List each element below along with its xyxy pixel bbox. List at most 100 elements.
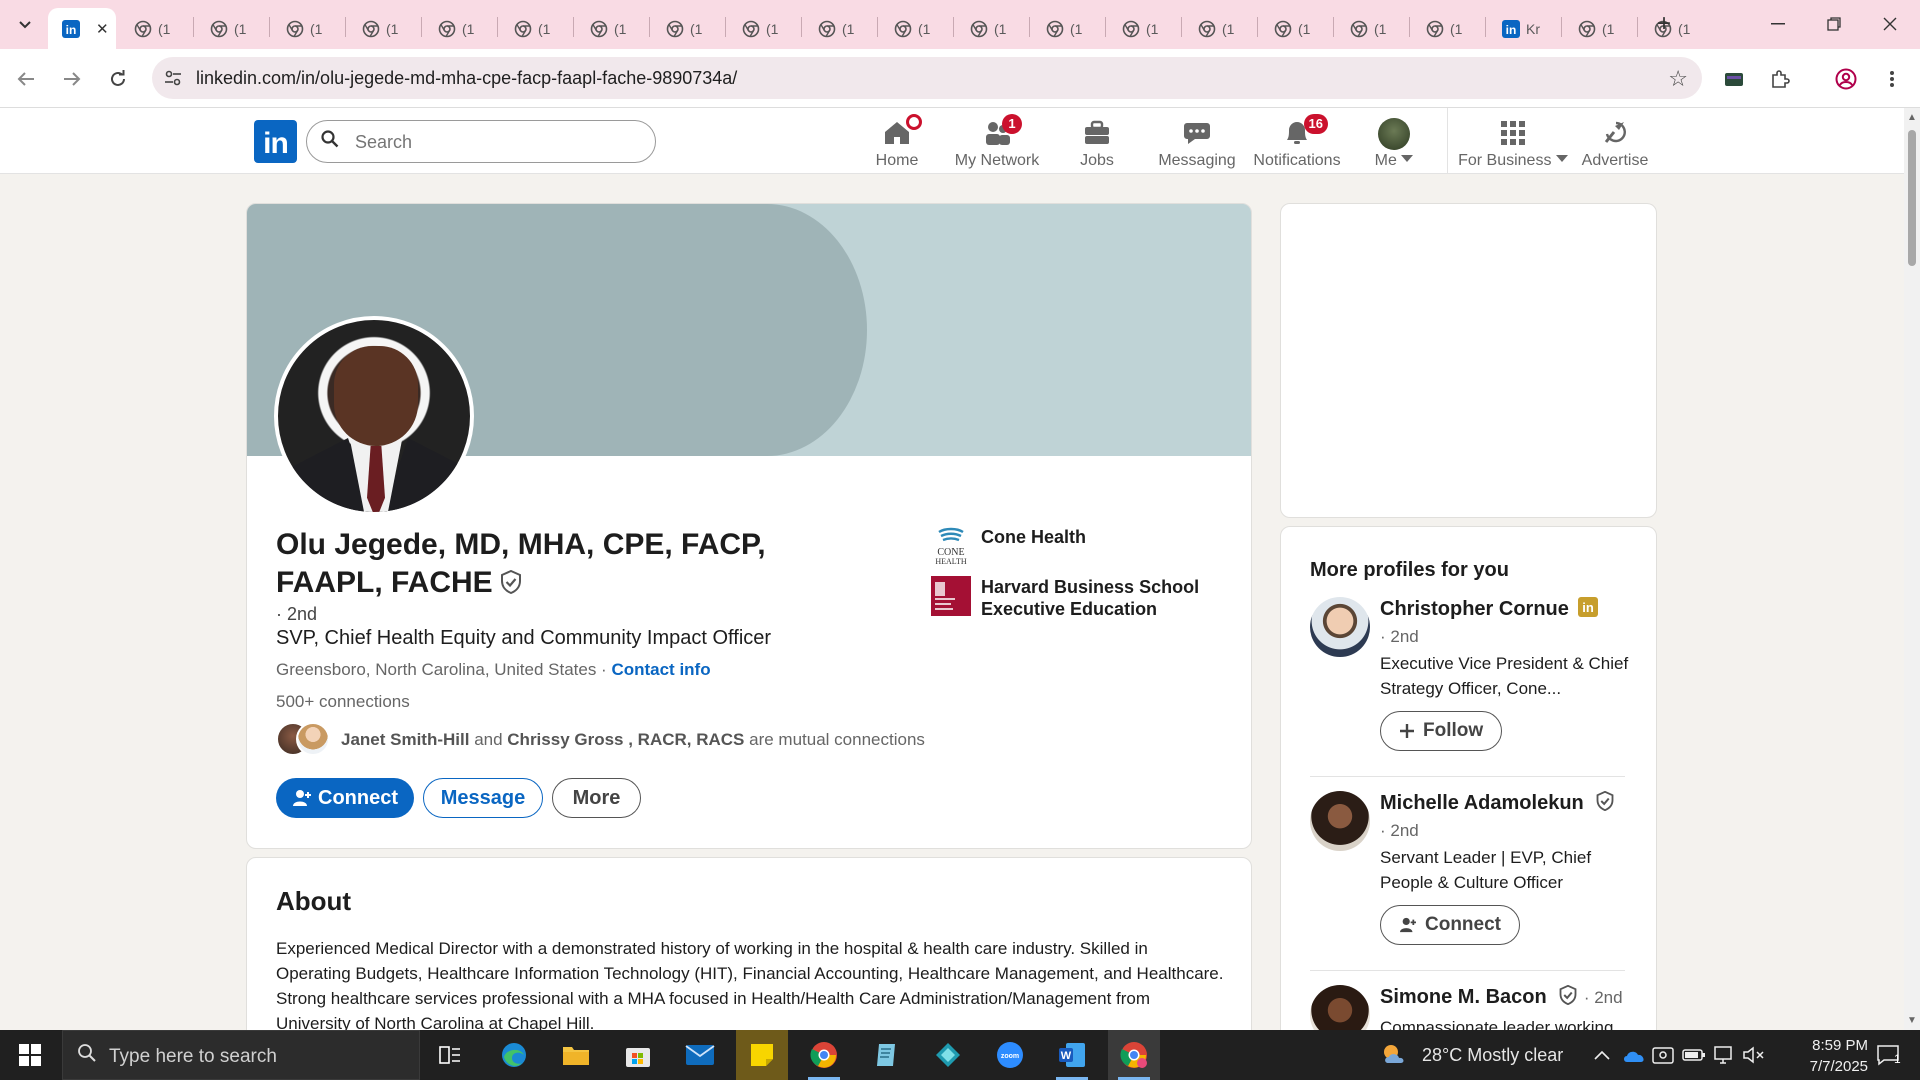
browser-tab[interactable]: (1 [1640, 8, 1712, 49]
suggested-profile-name[interactable]: Simone M. Bacon · 2nd [1380, 984, 1623, 1009]
browser-tab[interactable]: (1 [196, 8, 268, 49]
edge-browser-icon[interactable] [488, 1030, 540, 1080]
linkedin-search-box[interactable] [306, 120, 656, 163]
browser-tab[interactable]: (1 [880, 8, 952, 49]
linkedin-logo[interactable]: in [254, 120, 297, 163]
teal-app-icon[interactable] [922, 1030, 974, 1080]
close-tab-icon[interactable]: ✕ [96, 20, 109, 38]
more-button[interactable]: More [552, 778, 641, 818]
follow-button[interactable]: Follow [1380, 711, 1503, 751]
profile-name: Olu Jegede, MD, MHA, CPE, FACP, FAAPL, F… [276, 528, 766, 599]
browser-tab[interactable]: (1 [956, 8, 1028, 49]
org-harvard-business-school[interactable]: Harvard Business School Executive Educat… [931, 576, 1201, 620]
browser-tab[interactable]: (1 [576, 8, 648, 49]
search-input[interactable] [355, 129, 635, 155]
browser-tab[interactable]: (1 [348, 8, 420, 49]
nav-notifications[interactable]: 16 Notifications [1242, 114, 1352, 170]
browser-tab[interactable]: (1 [652, 8, 724, 49]
suggested-profile[interactable]: Christopher Cornue in · 2nd Executive Vi… [1310, 597, 1630, 767]
connect-profile-button[interactable]: Connect [1380, 905, 1520, 945]
volume-muted-icon[interactable] [1742, 1030, 1766, 1080]
nav-jobs[interactable]: Jobs [1042, 114, 1152, 170]
connect-button[interactable]: Connect [276, 778, 414, 818]
microsoft-store-icon[interactable] [612, 1030, 664, 1080]
system-clock[interactable]: 8:59 PM 7/7/2025 [1778, 1035, 1868, 1077]
avatar[interactable] [1310, 597, 1370, 657]
tab-search-button[interactable] [14, 14, 36, 36]
nav-messaging[interactable]: Messaging [1142, 114, 1252, 170]
browser-tab[interactable]: (1 [424, 8, 496, 49]
start-button[interactable] [10, 1038, 50, 1072]
scrollbar-thumb[interactable] [1908, 130, 1916, 266]
url-text[interactable]: linkedin.com/in/olu-jegede-md-mha-cpe-fa… [196, 68, 737, 89]
show-hidden-icons[interactable] [1594, 1030, 1610, 1080]
chrome-profile-icon[interactable] [1108, 1030, 1160, 1080]
browser-tab[interactable]: (1 [728, 8, 800, 49]
address-bar[interactable]: linkedin.com/in/olu-jegede-md-mha-cpe-fa… [152, 57, 1702, 99]
mutual-connections-text[interactable]: Janet Smith-Hill and Chrissy Gross , RAC… [341, 730, 925, 750]
taskbar-search-box[interactable]: Type here to search [62, 1030, 420, 1080]
nav-me[interactable]: Me [1342, 114, 1446, 170]
forward-button[interactable] [58, 65, 86, 93]
notepad-app-icon[interactable] [860, 1030, 912, 1080]
meet-now-icon[interactable] [1652, 1030, 1674, 1080]
browser-tab[interactable]: (1 [1336, 8, 1408, 49]
profile-connections[interactable]: 500+ connections [276, 692, 410, 712]
extension-wallet-icon[interactable] [1720, 65, 1748, 93]
tab-separator [1485, 17, 1486, 37]
restore-button[interactable] [1818, 10, 1850, 38]
network-icon[interactable] [1712, 1030, 1734, 1080]
message-button[interactable]: Message [423, 778, 543, 818]
browser-tab[interactable]: (1 [1260, 8, 1332, 49]
close-window-button[interactable] [1874, 10, 1906, 38]
mutual-connection-avatars[interactable] [276, 722, 336, 758]
profile-photo[interactable] [274, 316, 474, 516]
nav-advertise[interactable]: Advertise [1560, 114, 1670, 170]
org-cone-health[interactable]: CONE HEALTH Cone Health [931, 526, 1086, 566]
nav-home[interactable]: Home [842, 114, 952, 170]
suggested-profile-name[interactable]: Michelle Adamolekun [1380, 790, 1615, 815]
verified-shield-icon[interactable] [499, 570, 523, 594]
file-explorer-icon[interactable] [550, 1030, 602, 1080]
browser-tab[interactable]: (1 [1412, 8, 1484, 49]
extensions-puzzle-icon[interactable] [1766, 65, 1794, 93]
site-info-icon[interactable] [162, 67, 184, 89]
windows-taskbar: Type here to search zoom W 28°C Mostly c… [0, 1030, 1920, 1080]
battery-icon[interactable] [1682, 1030, 1706, 1080]
avatar[interactable] [1310, 791, 1370, 851]
chrome-tab-icon [590, 20, 608, 37]
browser-menu-icon[interactable] [1878, 65, 1906, 93]
suggested-profile-name[interactable]: Christopher Cornue in [1380, 597, 1599, 621]
contact-info-link[interactable]: Contact info [611, 660, 710, 679]
chrome-icon[interactable] [798, 1030, 850, 1080]
weather-widget[interactable]: 28°C Mostly clear [1380, 1030, 1563, 1080]
nav-my-network[interactable]: 1 My Network [942, 114, 1052, 170]
page-scrollbar[interactable]: ▲ ▼ [1904, 108, 1920, 1030]
browser-tab[interactable]: in Kr [1488, 8, 1560, 49]
browser-tab[interactable]: (1 [120, 8, 192, 49]
profile-icon[interactable] [1832, 65, 1860, 93]
new-tab-button[interactable]: + [1652, 12, 1676, 36]
back-button[interactable] [12, 65, 40, 93]
browser-tab[interactable]: (1 [1564, 8, 1636, 49]
minimize-button[interactable] [1762, 10, 1794, 38]
bookmark-star-icon[interactable]: ☆ [1668, 66, 1688, 92]
task-view-icon[interactable] [424, 1030, 476, 1080]
browser-tab[interactable]: (1 [272, 8, 344, 49]
suggested-profile[interactable]: Michelle Adamolekun · 2nd Servant Leader… [1310, 790, 1630, 961]
browser-tab[interactable]: (1 [1184, 8, 1256, 49]
zoom-icon[interactable]: zoom [984, 1030, 1036, 1080]
word-icon[interactable]: W [1046, 1030, 1098, 1080]
reload-button[interactable] [104, 65, 132, 93]
browser-tab[interactable]: (1 [1032, 8, 1104, 49]
sticky-notes-icon[interactable] [736, 1030, 788, 1080]
nav-for-business[interactable]: For Business [1458, 114, 1568, 170]
browser-tab[interactable]: in ✕ [48, 8, 116, 49]
mail-icon[interactable] [674, 1030, 726, 1080]
onedrive-icon[interactable] [1622, 1030, 1646, 1080]
browser-tab[interactable]: (1 [1108, 8, 1180, 49]
notification-center-button[interactable]: 1 [1868, 1030, 1908, 1080]
search-icon [321, 130, 339, 154]
browser-tab[interactable]: (1 [804, 8, 876, 49]
browser-tab[interactable]: (1 [500, 8, 572, 49]
